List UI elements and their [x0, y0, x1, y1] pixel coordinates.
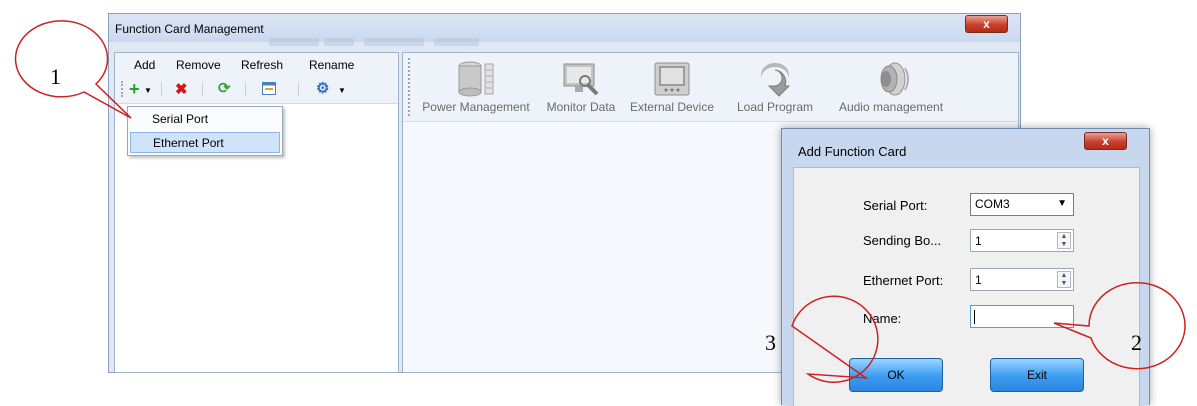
background-menu-ghost [269, 38, 319, 46]
ethernet-port-label: Ethernet Port: [863, 273, 944, 288]
spin-arrows-icon[interactable]: ▲ ▼ [1057, 232, 1071, 249]
function-toolbar: Power Management Monitor Data External D… [403, 53, 1018, 122]
tool-label: Power Management [422, 100, 530, 114]
refresh-icon[interactable]: ⟳ [218, 81, 231, 97]
sending-board-label: Sending Bo... [863, 233, 942, 248]
ethernet-port-value: 1 [975, 273, 982, 287]
dialog-close-button[interactable]: x [1084, 132, 1127, 150]
title-bar: Function Card Management x [109, 14, 1020, 46]
device-icon [654, 62, 690, 96]
audio-management-button[interactable]: Audio management [829, 57, 953, 117]
toolbar-separator [245, 82, 246, 96]
background-menu-ghost [324, 38, 354, 46]
monitor-data-button[interactable]: Monitor Data [539, 57, 623, 117]
menu-item-serial-port[interactable]: Serial Port [130, 109, 280, 130]
name-input[interactable] [970, 305, 1074, 328]
text-cursor [974, 310, 975, 324]
power-management-button[interactable]: Power Management [416, 57, 536, 117]
background-menu-ghost [434, 38, 479, 46]
background-menu-ghost [364, 38, 424, 46]
serial-port-select[interactable]: COM3 ▼ [970, 193, 1074, 216]
toolbar-grip[interactable] [408, 58, 413, 116]
ethernet-port-stepper[interactable]: 1 ▲ ▼ [970, 268, 1074, 291]
tool-label: External Device [629, 100, 715, 114]
serial-port-label: Serial Port: [863, 198, 928, 213]
card-list-panel: Add Remove Refresh Rename + ▼ ✖ ⟳ ⚙ ▼ [114, 52, 399, 373]
annotation-number-3: 3 [765, 330, 776, 355]
tool-label: Audio management [838, 100, 944, 114]
add-icon[interactable]: + [129, 80, 140, 98]
rename-icon[interactable] [262, 82, 276, 99]
tool-label: Load Program [736, 100, 814, 114]
menu-rename[interactable]: Rename [309, 58, 354, 72]
add-dropdown-menu: Serial Port Ethernet Port [127, 106, 283, 156]
window-close-button[interactable]: x [965, 15, 1008, 33]
sending-board-value: 1 [975, 234, 982, 248]
sending-board-stepper[interactable]: 1 ▲ ▼ [970, 229, 1074, 252]
serial-port-value: COM3 [975, 197, 1010, 211]
chevron-down-icon[interactable]: ▼ [1057, 198, 1067, 209]
monitor-icon [563, 63, 599, 96]
annotation-number-2: 2 [1131, 330, 1142, 355]
menu-add[interactable]: Add [134, 58, 155, 72]
power-icon [458, 61, 494, 97]
toolbar-separator [298, 82, 299, 96]
menu-remove[interactable]: Remove [176, 58, 221, 72]
annotation-number-1: 1 [50, 64, 61, 89]
tool-label: Monitor Data [546, 100, 616, 114]
toolbar-separator [202, 82, 203, 96]
window-title: Function Card Management [115, 22, 264, 36]
menu-item-ethernet-port[interactable]: Ethernet Port [130, 132, 280, 153]
name-label: Name: [863, 311, 902, 326]
menu-refresh[interactable]: Refresh [241, 58, 283, 72]
add-function-card-dialog: Add Function Card x [781, 128, 1150, 406]
external-device-button[interactable]: External Device [623, 57, 721, 117]
chevron-down-icon[interactable]: ▼ [338, 86, 346, 95]
spin-arrows-icon[interactable]: ▲ ▼ [1057, 271, 1071, 288]
settings-icon[interactable]: ⚙ [316, 81, 329, 97]
exit-button[interactable]: Exit [990, 358, 1084, 392]
load-program-button[interactable]: Load Program [725, 57, 825, 117]
toolbar-separator [161, 82, 162, 96]
dialog-title: Add Function Card [798, 144, 907, 159]
ok-button[interactable]: OK [849, 358, 943, 392]
delete-icon[interactable]: ✖ [175, 82, 188, 98]
dialog-body [793, 167, 1140, 406]
toolbar-grip[interactable] [121, 81, 126, 97]
chevron-down-icon[interactable]: ▼ [144, 86, 152, 95]
card-menu-bar: Add Remove Refresh Rename + ▼ ✖ ⟳ ⚙ ▼ [115, 53, 398, 104]
download-icon [760, 62, 791, 97]
speaker-icon [880, 62, 909, 96]
